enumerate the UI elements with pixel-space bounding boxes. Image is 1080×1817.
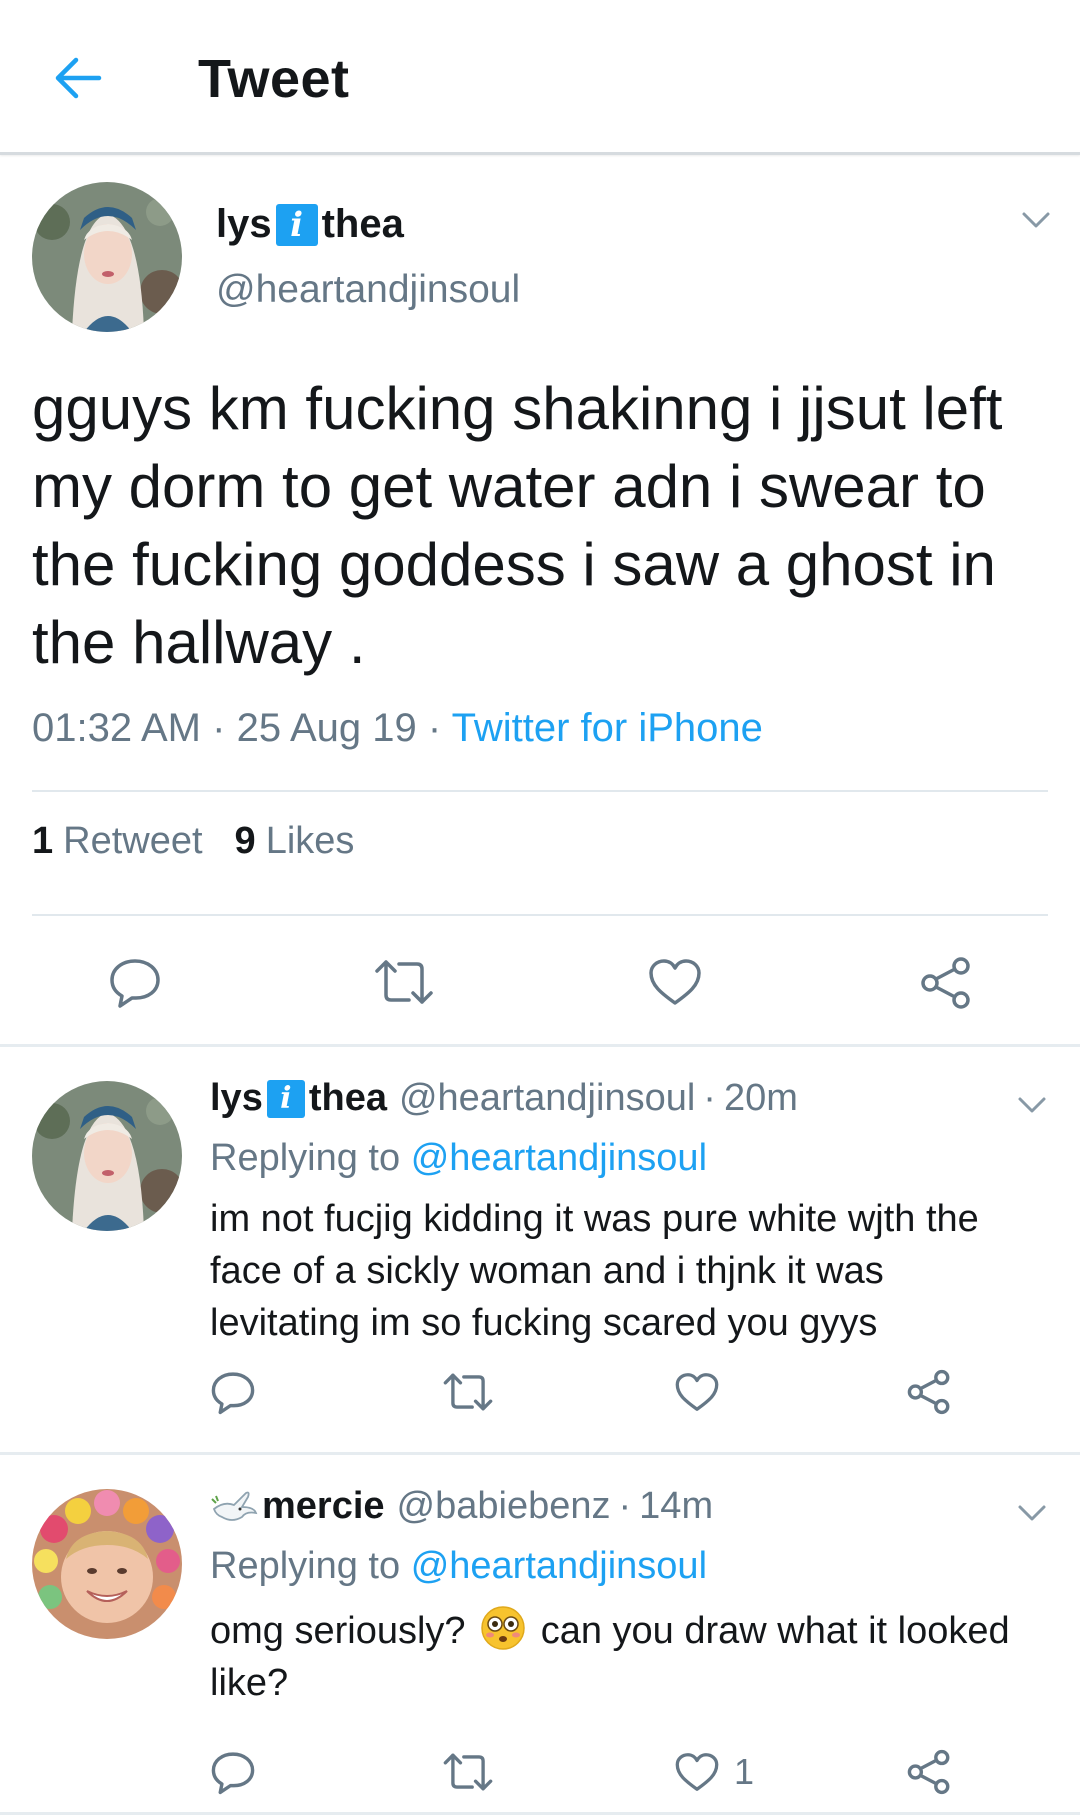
heart-icon: [649, 959, 701, 1005]
author-handle[interactable]: @babiebenz: [397, 1485, 611, 1528]
reply-tweet[interactable]: lys i thea @heartandjinsoul · 20m Replyi…: [0, 1047, 1080, 1453]
author-name[interactable]: lys i thea: [210, 1077, 387, 1120]
share-button[interactable]: [918, 955, 974, 1011]
chevron-down-icon: [1022, 212, 1050, 228]
reply-header: lys i thea @heartandjinsoul · 20m: [210, 1077, 798, 1120]
author-name-prefix: lys: [210, 1077, 263, 1119]
retweet-stat[interactable]: 1 Retweet: [32, 820, 203, 863]
info-emoji-icon: i: [266, 1079, 305, 1118]
avatar-image: [32, 182, 182, 332]
avatar[interactable]: [32, 1081, 182, 1231]
tweet-menu-button[interactable]: [1016, 200, 1056, 240]
tweet-time: 01:32 AM: [32, 706, 202, 750]
reply-button[interactable]: [106, 953, 164, 1011]
mention-link[interactable]: @heartandjinsoul: [411, 1545, 707, 1587]
tweet-meta: 01:32 AM · 25 Aug 19 · Twitter for iPhon…: [32, 706, 763, 751]
replying-label: Replying to: [210, 1137, 401, 1179]
share-icon: [921, 957, 970, 1009]
retweet-button[interactable]: [442, 1371, 494, 1413]
share-icon: [907, 1369, 950, 1415]
divider: [32, 914, 1048, 916]
chevron-down-icon: [1018, 1097, 1046, 1113]
retweet-icon: [443, 1373, 493, 1411]
author-name[interactable]: mercie: [262, 1485, 385, 1528]
tweet-stats: 1 Retweet 9 Likes: [32, 820, 354, 863]
reply-time: 20m: [723, 1077, 798, 1119]
mention-link[interactable]: @heartandjinsoul: [411, 1137, 707, 1179]
meta-separator: ·: [618, 1485, 632, 1527]
author-name-suffix: thea: [308, 1077, 387, 1119]
meta-separator: ·: [212, 706, 226, 750]
heart-icon: [675, 1753, 719, 1791]
reply-tweet[interactable]: mercie @babiebenz · 14m Replying to @hea…: [0, 1455, 1080, 1817]
retweet-icon: [375, 960, 433, 1004]
main-tweet: lys i thea @heartandjinsoul gguys km fuc…: [0, 158, 1080, 1045]
replying-label: Replying to: [210, 1545, 401, 1587]
reply-button[interactable]: [210, 1369, 256, 1415]
author-handle[interactable]: @heartandjinsoul: [399, 1077, 695, 1120]
author-name[interactable]: lys i thea: [216, 202, 404, 247]
retweet-count: 1: [32, 820, 54, 862]
like-button[interactable]: [674, 1371, 720, 1413]
like-button[interactable]: 1: [674, 1751, 754, 1793]
info-emoji-icon: i: [275, 203, 318, 246]
avatar-image: [32, 1489, 182, 1639]
replying-to: Replying to @heartandjinsoul: [210, 1137, 707, 1180]
tweet-text: gguys km fucking shakinng i jjsut left m…: [32, 375, 1003, 676]
author-name-suffix: thea: [321, 202, 404, 246]
tweet-menu-button[interactable]: [1012, 1493, 1052, 1533]
tweet-source-link[interactable]: Twitter for iPhone: [452, 706, 763, 750]
meta-separator: ·: [427, 706, 442, 750]
top-bar: Tweet: [0, 0, 1080, 155]
dove-emoji-icon: [211, 1491, 258, 1521]
retweet-label: Retweet: [63, 820, 203, 862]
likes-count: 9: [234, 820, 256, 862]
avatar[interactable]: [32, 1489, 182, 1639]
share-button[interactable]: [906, 1369, 952, 1415]
tweet-date: 25 Aug 19: [236, 706, 417, 750]
chevron-down-icon: [1018, 1505, 1046, 1521]
tweet-text: im not fucjig kidding it was pure white …: [210, 1198, 979, 1344]
tweet-menu-button[interactable]: [1012, 1085, 1052, 1125]
share-icon: [907, 1749, 950, 1795]
author-handle[interactable]: @heartandjinsoul: [216, 268, 520, 312]
retweet-button[interactable]: [442, 1751, 494, 1793]
divider: [32, 790, 1048, 792]
likes-label: Likes: [265, 820, 355, 862]
divider: [0, 1812, 1080, 1815]
share-button[interactable]: [906, 1749, 952, 1795]
retweet-button[interactable]: [372, 955, 436, 1009]
tweet-text-part: omg seriously?: [210, 1610, 466, 1652]
like-button[interactable]: [646, 955, 704, 1009]
heart-icon: [675, 1373, 719, 1411]
reply-icon: [110, 959, 160, 1008]
meta-separator: ·: [703, 1077, 716, 1119]
avatar[interactable]: [32, 182, 182, 332]
replying-to: Replying to @heartandjinsoul: [210, 1545, 707, 1588]
reply-icon: [211, 1752, 255, 1795]
like-count: 1: [734, 1751, 755, 1792]
retweet-icon: [443, 1753, 493, 1791]
reply-time: 14m: [639, 1485, 714, 1527]
flushed-face-icon: [481, 1606, 525, 1650]
back-button[interactable]: [50, 52, 106, 104]
tweet-text: omg seriously? can you draw what it look…: [210, 1605, 1040, 1709]
author-name-prefix: lys: [216, 202, 272, 246]
reply-button[interactable]: [210, 1749, 256, 1795]
page-title: Tweet: [198, 49, 350, 109]
reply-icon: [211, 1372, 255, 1415]
avatar-image: [32, 1081, 182, 1231]
arrow-left-icon: [55, 57, 102, 99]
likes-stat[interactable]: 9 Likes: [235, 820, 355, 863]
reply-header: mercie @babiebenz · 14m: [210, 1485, 713, 1528]
